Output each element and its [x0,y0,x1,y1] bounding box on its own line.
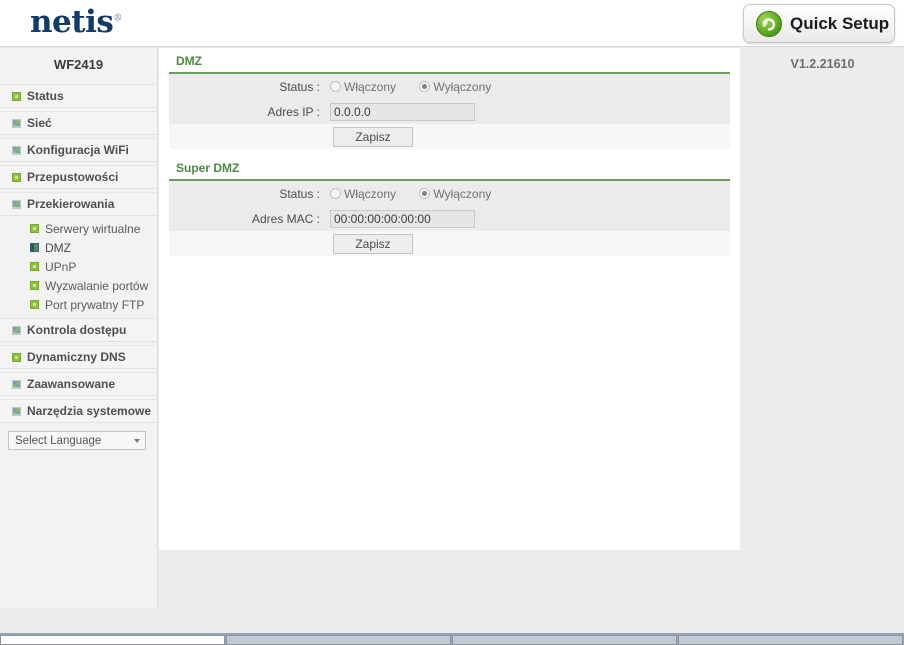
dmz-ip-row: Adres IP : [169,99,730,124]
dmz-ip-field [325,99,730,124]
firmware-version: V1.2.21610 [790,57,855,71]
sidebar-item-status[interactable]: Status [0,84,157,108]
super-dmz-mac-label: Adres MAC : [251,211,320,226]
green-square-icon [12,352,21,362]
super-dmz-status-field: Włączony Wyłączony [325,181,730,206]
sidebar-item-label: Sieć [27,116,52,130]
page-header: netis® Quick Setup [0,0,904,47]
dmz-square-icon [30,243,39,252]
super-dmz-radio-enabled-label[interactable]: Włączony [344,187,396,201]
super-dmz-status-label: Status : [279,186,320,201]
dmz-save-cell: Zapisz [325,124,730,149]
super-dmz-radio-disabled-label[interactable]: Wyłączony [433,187,491,201]
sidebar-item-label: Dynamiczny DNS [27,350,126,364]
router-model: WF2419 [53,57,104,72]
super-dmz-radio-disabled[interactable] [419,187,431,199]
dmz-radio-disabled[interactable] [419,80,431,92]
sidebar-subitem-label: UPnP [45,259,77,274]
super-dmz-radio-enabled[interactable] [330,187,341,199]
sidebar-item-label: Kontrola dostępu [27,323,127,337]
super-dmz-form: Status : Włączony Wyłączony Adres MAC : … [169,181,730,256]
sidebar-subitem-wyzwalanie-portow[interactable]: Wyzwalanie portów [0,276,157,295]
dmz-save-button[interactable]: Zapisz [333,126,413,147]
dmz-save-spacer [169,124,325,149]
taskbar-window-button[interactable] [0,635,225,645]
sidebar-item-dynamiczny-dns[interactable]: Dynamiczny DNS [0,345,157,369]
green-square-icon [12,91,21,101]
sidebar-item-label: Zaawansowane [27,377,116,391]
sidebar-item-narzedzia-systemowe[interactable]: Narzędzia systemowe [0,399,157,423]
sidebar-item-wifi[interactable]: Konfiguracja WiFi [0,138,157,162]
sidebar-subitem-dmz[interactable]: DMZ [0,238,157,257]
dmz-form: Status : Włączony Wyłączony Adres IP : Z… [169,74,730,149]
dmz-status-row: Status : Włączony Wyłączony [169,74,730,99]
super-dmz-save-spacer [169,231,325,256]
os-taskbar [0,633,904,645]
super-dmz-section-title: Super DMZ [169,155,730,181]
green-square-icon [12,172,21,182]
super-dmz-save-button[interactable]: Zapisz [333,233,413,254]
super-dmz-save-row: Zapisz [169,231,730,256]
green-square-icon [30,262,39,271]
grid-square-icon [12,406,21,416]
dmz-radio-enabled-label[interactable]: Włączony [344,80,396,94]
netis-logo: netis® [30,4,122,40]
grid-square-icon [12,118,21,128]
grid-square-icon [12,145,21,155]
sidebar-item-label: Narzędzia systemowe [27,404,152,418]
green-square-icon [30,224,39,233]
sidebar-item-label: Status [27,89,64,103]
sidebar-item-label: Przepustowości [27,170,119,184]
sidebar-subitem-label: DMZ [45,240,71,255]
refresh-circle-icon [756,10,782,37]
super-dmz-mac-input[interactable] [330,209,475,228]
super-dmz-mac-field [325,206,730,231]
dmz-radio-enabled[interactable] [330,80,341,92]
registered-mark: ® [113,13,122,24]
super-dmz-status-row: Status : Włączony Wyłączony [169,181,730,206]
dmz-ip-label: Adres IP : [267,104,320,119]
dmz-ip-input[interactable] [330,102,475,121]
sidebar-item-przepustowosci[interactable]: Przepustowości [0,165,157,189]
taskbar-window-button[interactable] [678,635,903,645]
language-select-value: Select Language [15,434,102,447]
sidebar-item-zaawansowane[interactable]: Zaawansowane [0,372,157,396]
super-dmz-mac-row: Adres MAC : [169,206,730,231]
quick-setup-button[interactable]: Quick Setup [743,4,895,43]
sidebar-item-przekierowania[interactable]: Przekierowania [0,192,157,216]
sidebar-item-kontrola-dostepu[interactable]: Kontrola dostępu [0,318,157,342]
sidebar-subitem-port-prywatny-ftp[interactable]: Port prywatny FTP [0,295,157,314]
sidebar-item-siec[interactable]: Sieć [0,111,157,135]
green-square-icon [30,300,39,309]
sidebar-subitem-label: Serwery wirtualne [45,221,141,236]
language-select[interactable]: Select Language [8,431,146,450]
main-content: DMZ Status : Włączony Wyłączony Adres IP… [159,48,740,550]
sidebar-item-label: Przekierowania [27,197,115,211]
sidebar-subitem-upnp[interactable]: UPnP [0,257,157,276]
super-dmz-save-cell: Zapisz [325,231,730,256]
dmz-section-title: DMZ [169,48,730,74]
green-square-icon [30,281,39,290]
grid-square-icon [12,199,21,209]
chevron-down-icon [134,438,140,443]
quick-setup-label: Quick Setup [790,13,890,33]
dmz-radio-disabled-label[interactable]: Wyłączony [433,80,491,94]
sidebar-subitem-label: Wyzwalanie portów [45,278,149,293]
grid-square-icon [12,379,21,389]
dmz-status-field: Włączony Wyłączony [325,74,730,99]
sidebar: WF2419 Status Sieć Konfiguracja WiFi Prz… [0,48,158,608]
sidebar-item-label: Konfiguracja WiFi [27,143,129,157]
grid-square-icon [12,325,21,335]
logo-text: netis [30,4,114,40]
taskbar-window-button[interactable] [226,635,451,645]
dmz-status-label: Status : [279,79,320,94]
sidebar-subitem-serwery-wirtualne[interactable]: Serwery wirtualne [0,219,157,238]
taskbar-window-button[interactable] [452,635,677,645]
sidebar-subitem-label: Port prywatny FTP [45,297,145,312]
dmz-save-row: Zapisz [169,124,730,149]
